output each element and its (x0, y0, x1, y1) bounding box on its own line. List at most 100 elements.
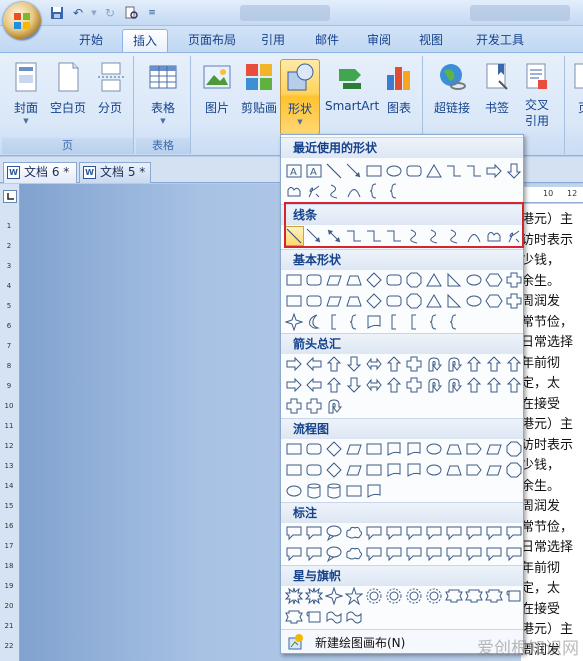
shape-ellipse-icon[interactable] (424, 439, 444, 459)
shape-rarrow-icon[interactable] (284, 354, 304, 374)
shapes-button[interactable]: 形状 ▼ (280, 59, 320, 135)
shape-callout-icon[interactable] (464, 544, 484, 564)
shape-rrect-icon[interactable] (304, 460, 324, 480)
shape-diamond-icon[interactable] (324, 460, 344, 480)
tab-selector[interactable] (3, 190, 17, 203)
shape-darrowb-icon[interactable] (344, 375, 364, 395)
shape-callout-icon[interactable] (404, 523, 424, 543)
shape-freeform-icon[interactable] (284, 181, 304, 201)
shape-doc-icon[interactable] (364, 481, 384, 501)
shape-para-icon[interactable] (484, 439, 504, 459)
shape-cross-icon[interactable] (404, 375, 424, 395)
document-page[interactable]: 港元）主 访时表示 少钱， 余生。 周润发 常节俭， 日常选择 年前彻 定，太 在接受 港元）主 访时… (521, 204, 583, 661)
shape-scribble-icon[interactable] (304, 181, 324, 201)
shape-ellipse-icon[interactable] (284, 481, 304, 501)
shape-line-icon[interactable] (324, 161, 344, 181)
shape-callout-icon[interactable] (284, 544, 304, 564)
bookmark-button[interactable]: 书签 (477, 59, 517, 135)
shape-trap-icon[interactable] (344, 270, 364, 290)
tab-insert[interactable]: 插入 (122, 29, 168, 52)
clipart-button[interactable]: 剪贴画 (239, 59, 279, 135)
shape-doc-icon[interactable] (364, 312, 384, 332)
shape-line-icon[interactable] (284, 226, 304, 246)
table-button[interactable]: 表格 ▼ (143, 59, 183, 135)
shape-callout-icon[interactable] (444, 523, 464, 543)
office-button[interactable] (3, 2, 41, 40)
cross-reference-button[interactable]: 交叉引用 (517, 59, 557, 135)
shape-scurve-icon[interactable] (424, 226, 444, 246)
shape-uturn-icon[interactable] (324, 396, 344, 416)
shape-rrect-icon[interactable] (304, 270, 324, 290)
shape-uarrow-icon[interactable] (324, 354, 344, 374)
shape-oct-icon[interactable] (404, 291, 424, 311)
shape-callout-icon[interactable] (444, 544, 464, 564)
shape-rrect-icon[interactable] (384, 270, 404, 290)
shape-bracket-icon[interactable] (404, 312, 424, 332)
shape-elbow-icon[interactable] (364, 226, 384, 246)
shape-callout-icon[interactable] (504, 523, 524, 543)
shape-banner-icon[interactable] (444, 586, 464, 606)
shape-rtri-icon[interactable] (444, 270, 464, 290)
shape-uarrow-icon[interactable] (384, 354, 404, 374)
shape-darrow-icon[interactable] (324, 226, 344, 246)
shape-arrowline-icon[interactable] (344, 161, 364, 181)
shape-hex-icon[interactable] (484, 270, 504, 290)
shape-trap-icon[interactable] (444, 460, 464, 480)
blank-page-button[interactable]: 空白页 (48, 59, 88, 135)
shape-para-icon[interactable] (344, 460, 364, 480)
shape-callout-icon[interactable] (304, 523, 324, 543)
shape-brace-icon[interactable] (364, 181, 384, 201)
shape-pentagon-icon[interactable] (464, 460, 484, 480)
shape-scroll-icon[interactable] (504, 586, 524, 606)
shape-uturn-icon[interactable] (424, 354, 444, 374)
tab-references[interactable]: 引用 (252, 29, 294, 52)
shape-cross-icon[interactable] (284, 396, 304, 416)
shape-callout-icon[interactable] (404, 544, 424, 564)
smartart-button[interactable]: SmartArt (325, 59, 379, 135)
shape-diamond-icon[interactable] (364, 291, 384, 311)
shape-doc-icon[interactable] (404, 439, 424, 459)
shape-rect-icon[interactable] (284, 291, 304, 311)
shape-uarrow-icon[interactable] (504, 354, 524, 374)
chart-button[interactable]: 图表 (379, 59, 419, 135)
shape-ellipse-icon[interactable] (424, 460, 444, 480)
shape-para-icon[interactable] (344, 439, 364, 459)
shape-rrect-icon[interactable] (404, 161, 424, 181)
shape-rarrow-icon[interactable] (284, 375, 304, 395)
shape-cross-icon[interactable] (504, 270, 524, 290)
shape-uturn-icon[interactable] (444, 354, 464, 374)
shape-arc-icon[interactable] (464, 226, 484, 246)
shape-wave-icon[interactable] (324, 607, 344, 627)
undo-icon[interactable]: ↶ (69, 4, 87, 22)
shape-freeform-icon[interactable] (484, 226, 504, 246)
redo-icon[interactable]: ↻ (101, 4, 119, 22)
shape-rect-icon[interactable] (364, 439, 384, 459)
shape-cloud-icon[interactable] (344, 523, 364, 543)
shape-callout-icon[interactable] (484, 523, 504, 543)
shape-ocallout-icon[interactable] (324, 544, 344, 564)
shape-banner-icon[interactable] (484, 586, 504, 606)
shape-cloud-icon[interactable] (344, 544, 364, 564)
picture-button[interactable]: 图片 (197, 59, 237, 135)
shape-rect-icon[interactable] (284, 270, 304, 290)
shape-uturn-icon[interactable] (444, 375, 464, 395)
shape-star5-icon[interactable] (344, 586, 364, 606)
shape-scurve-icon[interactable] (404, 226, 424, 246)
shape-seal-icon[interactable] (364, 586, 384, 606)
shape-ocallout-icon[interactable] (324, 523, 344, 543)
next-group-button[interactable]: 页 (569, 59, 583, 135)
shape-rect-icon[interactable] (284, 460, 304, 480)
tab-home[interactable]: 开始 (70, 29, 112, 52)
shape-rect-icon[interactable] (344, 481, 364, 501)
shape-ellipse-icon[interactable] (464, 270, 484, 290)
shape-rect-icon[interactable] (364, 161, 384, 181)
shape-oct-icon[interactable] (504, 439, 524, 459)
shape-rrect-icon[interactable] (384, 291, 404, 311)
shape-seal-icon[interactable] (404, 586, 424, 606)
shape-cross-icon[interactable] (504, 291, 524, 311)
shape-scurve-icon[interactable] (444, 226, 464, 246)
shape-callout-icon[interactable] (304, 544, 324, 564)
shape-doc-icon[interactable] (384, 439, 404, 459)
cover-page-button[interactable]: 封面 ▼ (6, 59, 46, 135)
shape-rect-icon[interactable] (284, 439, 304, 459)
